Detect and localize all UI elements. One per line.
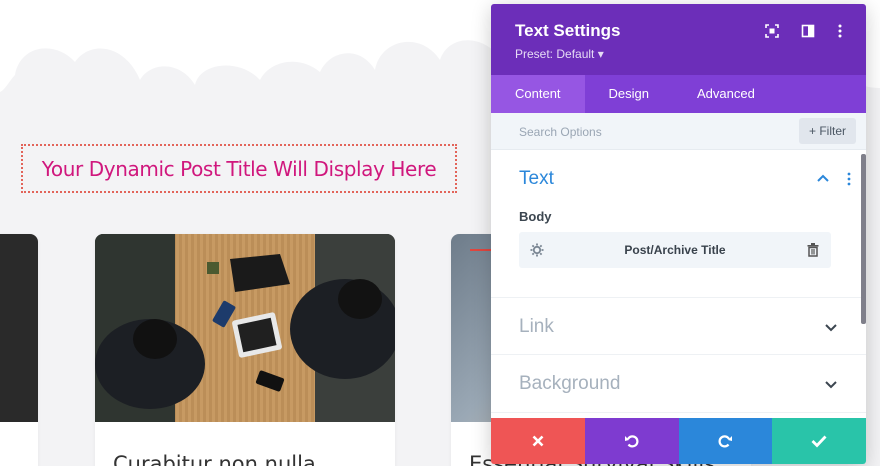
section-title-text[interactable]: Text [519, 168, 554, 190]
filter-button[interactable]: + Filter [798, 118, 856, 144]
focus-icon[interactable] [764, 23, 780, 39]
blog-card[interactable]: Curabitur non nulla [95, 234, 395, 466]
undo-icon [624, 435, 639, 448]
search-options-input[interactable]: Search Options [519, 125, 602, 139]
text-section: Text Body Post/Archive Title [491, 150, 866, 298]
panel-scrollbar[interactable] [861, 154, 866, 324]
dynamic-title-module[interactable]: Your Dynamic Post Title Will Display Her… [21, 144, 457, 193]
link-section[interactable]: Link [491, 298, 866, 355]
panel-header[interactable]: Text Settings Preset: Default ▾ [491, 4, 866, 75]
cancel-button[interactable] [491, 418, 585, 464]
dynamic-content-field[interactable]: Post/Archive Title [519, 232, 831, 268]
body-label: Body [519, 209, 552, 224]
split-view-icon[interactable] [800, 23, 816, 39]
checkmark-icon [811, 435, 827, 448]
tab-advanced[interactable]: Advanced [673, 75, 779, 113]
panel-title: Text Settings [515, 21, 621, 40]
undo-button[interactable] [584, 418, 679, 464]
redo-icon [718, 435, 733, 448]
card-title[interactable]: Curabitur non nulla [113, 452, 316, 466]
text-settings-panel: Text Settings Preset: Default ▾ Content … [491, 4, 866, 464]
section-more-icon[interactable] [846, 172, 852, 186]
more-vertical-icon[interactable] [832, 23, 848, 39]
preset-dropdown[interactable]: Preset: Default ▾ [515, 47, 604, 61]
card-image-business-meeting [95, 234, 395, 422]
dynamic-content-value: Post/Archive Title [624, 243, 726, 257]
background-section[interactable]: Background [491, 355, 866, 413]
chevron-down-icon[interactable] [824, 377, 838, 391]
chevron-down-icon[interactable] [824, 320, 838, 334]
save-button[interactable] [772, 418, 866, 464]
panel-footer [491, 418, 866, 464]
section-title-link[interactable]: Link [519, 316, 554, 338]
settings-tabs: Content Design Advanced [491, 75, 866, 113]
section-title-background[interactable]: Background [519, 373, 620, 395]
tab-content[interactable]: Content [491, 75, 585, 113]
tab-design[interactable]: Design [585, 75, 673, 113]
blog-card-left[interactable] [0, 234, 38, 466]
redo-button[interactable] [678, 418, 773, 464]
chevron-up-icon[interactable] [816, 172, 830, 186]
search-options-bar: Search Options + Filter [491, 113, 866, 150]
dynamic-title-text: Your Dynamic Post Title Will Display Her… [41, 156, 437, 181]
trash-icon[interactable] [807, 243, 819, 257]
close-icon [532, 435, 544, 447]
